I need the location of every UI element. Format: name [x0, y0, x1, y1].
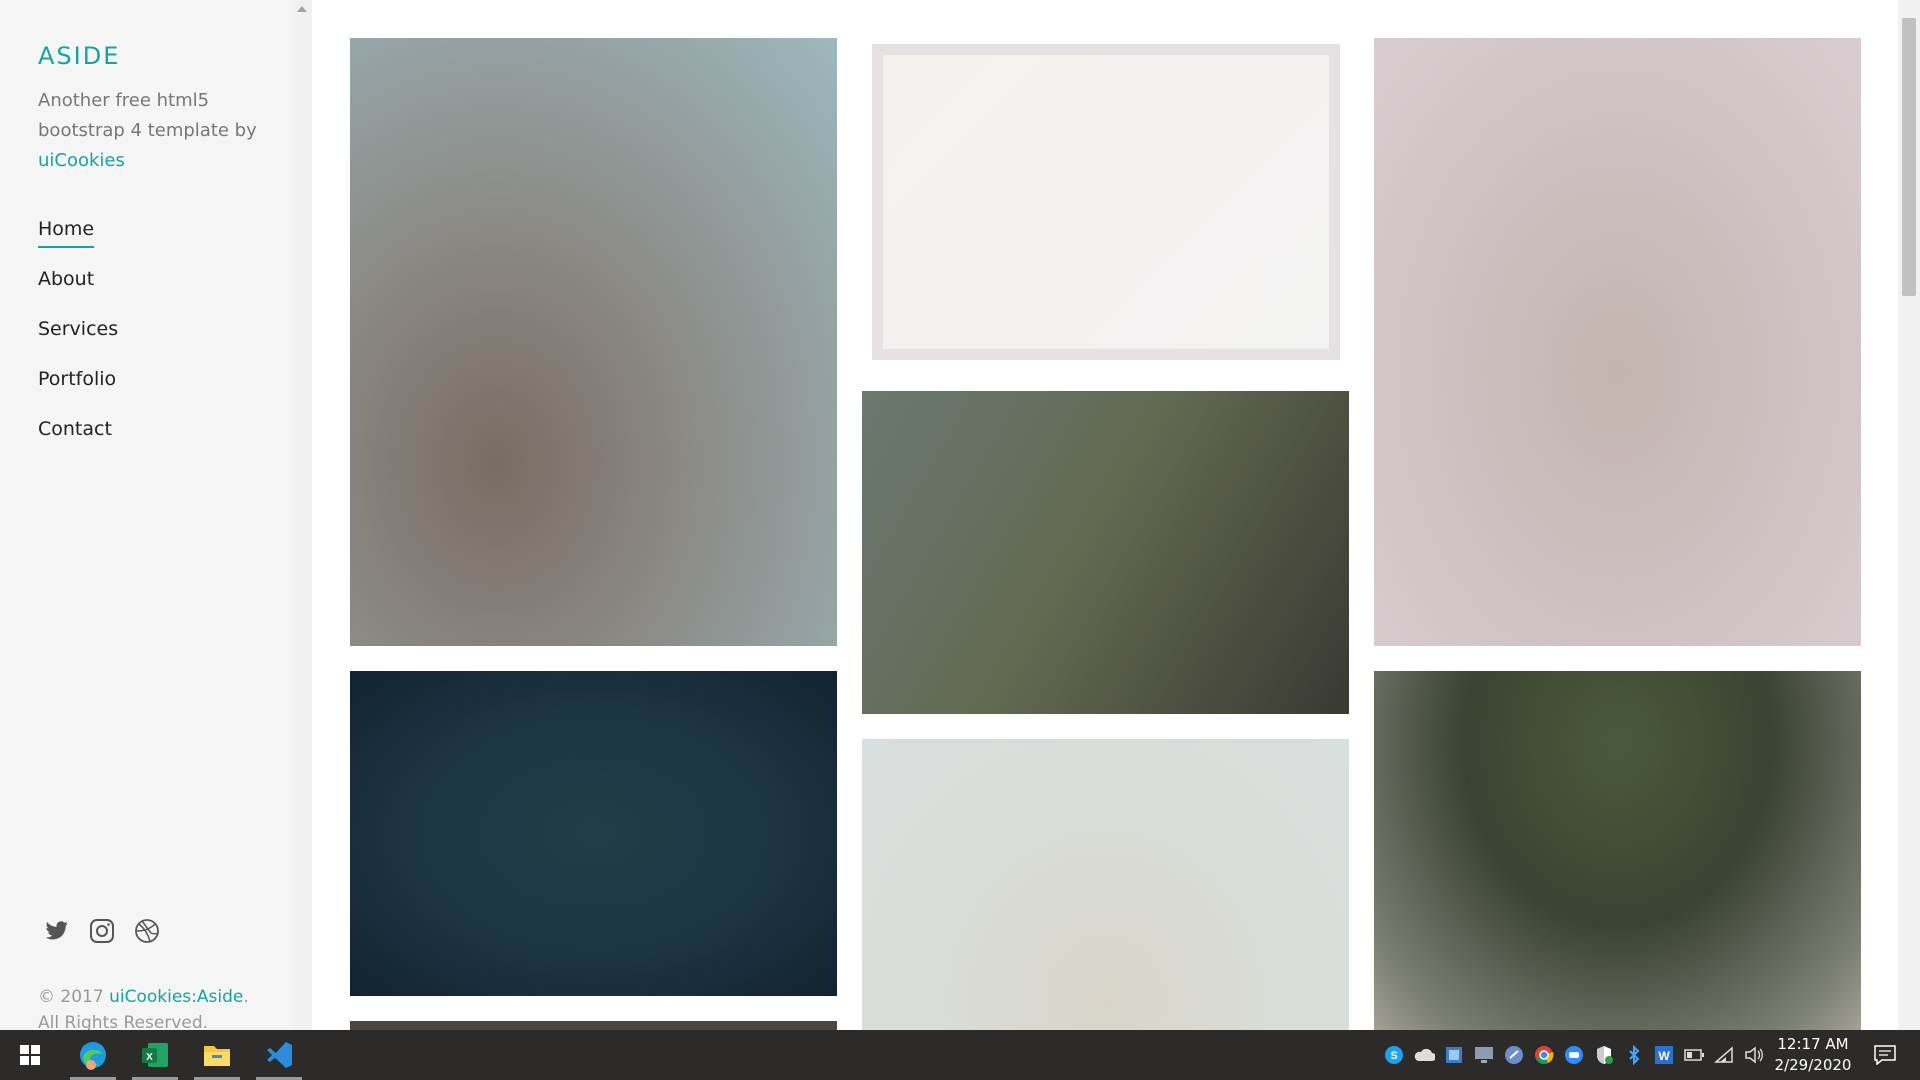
windows-start-icon[interactable]: [5, 1030, 55, 1080]
copyright: © 2017 uiCookies:Aside. All Rights Reser…: [38, 984, 249, 1036]
wifi-icon[interactable]: [1712, 1043, 1736, 1067]
action-center-icon[interactable]: [1870, 1040, 1900, 1070]
svg-text:W: W: [1658, 1049, 1670, 1063]
social-links: [44, 918, 160, 944]
system-tray: S W: [1382, 1030, 1772, 1080]
nav-item-portfolio[interactable]: Portfolio: [38, 368, 118, 418]
site-brand[interactable]: ASIDE: [38, 42, 120, 70]
nav-label: About: [38, 268, 95, 290]
gallery-image[interactable]: [350, 38, 837, 646]
nav-label: Home: [38, 218, 95, 248]
nav-label: Contact: [38, 418, 112, 440]
sidebar-scrollbar[interactable]: [292, 0, 312, 1030]
scroll-up-arrow-icon[interactable]: [297, 6, 307, 12]
tray-app3-icon[interactable]: [1562, 1043, 1586, 1067]
gallery-image[interactable]: [862, 739, 1349, 1030]
clock-time: 12:17 AM: [1777, 1035, 1849, 1053]
nav-item-contact[interactable]: Contact: [38, 418, 118, 468]
copyright-link[interactable]: uiCookies:Aside: [109, 987, 243, 1007]
monitor-icon[interactable]: [1472, 1043, 1496, 1067]
tray-app4-icon[interactable]: W: [1652, 1043, 1676, 1067]
tagline-text: Another free html5 bootstrap 4 template …: [38, 90, 257, 141]
instagram-icon[interactable]: [89, 918, 115, 944]
page-scrollbar[interactable]: [1898, 0, 1920, 1030]
image-frame-inner: [883, 55, 1329, 349]
nav-label: Services: [38, 318, 119, 340]
taskbar-clock[interactable]: 12:17 AM 2/29/2020: [1768, 1034, 1858, 1076]
svg-text:S: S: [1390, 1050, 1397, 1062]
nav-item-home[interactable]: Home: [38, 218, 118, 268]
gallery-image[interactable]: [1374, 38, 1861, 646]
battery-icon: [1682, 1043, 1706, 1067]
nav-label: Portfolio: [38, 368, 117, 390]
gallery-image[interactable]: [862, 38, 1349, 365]
copyright-suffix: .: [243, 987, 249, 1007]
copyright-prefix: © 2017: [38, 987, 110, 1007]
clock-date: 2/29/2020: [1774, 1056, 1852, 1074]
volume-icon[interactable]: [1742, 1043, 1766, 1067]
gallery-image[interactable]: [1374, 671, 1861, 1030]
excel-icon[interactable]: X: [130, 1030, 180, 1080]
edge-icon[interactable]: [68, 1030, 118, 1080]
nav-item-services[interactable]: Services: [38, 318, 118, 368]
shield-icon[interactable]: [1592, 1043, 1616, 1067]
tagline-link[interactable]: uiCookies: [38, 150, 125, 171]
scrollbar-thumb[interactable]: [1902, 18, 1916, 296]
tray-app-icon[interactable]: [1442, 1043, 1466, 1067]
svg-text:X: X: [146, 1052, 153, 1063]
gallery-image[interactable]: [350, 671, 837, 996]
twitter-icon[interactable]: [44, 918, 70, 944]
sidebar: ASIDE Another free html5 bootstrap 4 tem…: [0, 0, 292, 1033]
skype-icon[interactable]: S: [1382, 1043, 1406, 1067]
onedrive-icon[interactable]: [1412, 1043, 1436, 1067]
main-nav: Home About Services Portfolio Contact: [38, 218, 118, 468]
tray-app2-icon[interactable]: [1502, 1043, 1526, 1067]
gallery-image[interactable]: [862, 391, 1349, 714]
vscode-icon[interactable]: [254, 1030, 304, 1080]
nav-item-about[interactable]: About: [38, 268, 118, 318]
bluetooth-icon[interactable]: [1622, 1043, 1646, 1067]
file-explorer-icon[interactable]: [192, 1030, 242, 1080]
site-tagline: Another free html5 bootstrap 4 template …: [38, 86, 268, 176]
image-frame: [872, 44, 1340, 360]
dribbble-icon[interactable]: [134, 918, 160, 944]
chrome-icon[interactable]: [1532, 1043, 1556, 1067]
gallery-image[interactable]: [350, 1021, 837, 1030]
